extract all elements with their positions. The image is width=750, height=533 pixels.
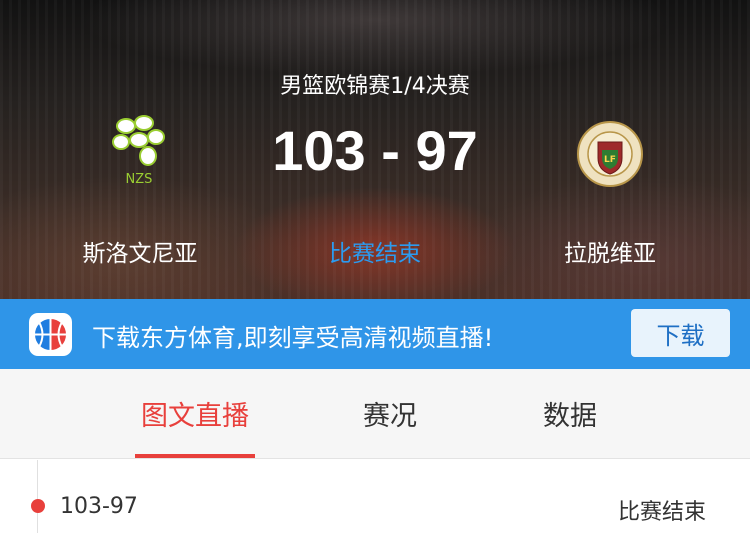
app-download-banner[interactable]: 下载东方体育,即刻享受高清视频直播! 下载 — [0, 299, 750, 369]
tab-match-events[interactable]: 赛况 — [330, 369, 450, 458]
match-header: 男篮欧锦赛1/4决赛 NZS 103 - 97 LF 斯洛文尼亚 比赛结束 拉脱… — [0, 0, 750, 299]
timeline-line — [37, 460, 38, 533]
svg-text:LF: LF — [604, 155, 616, 165]
feed-item-score: 103-97 — [60, 494, 138, 519]
away-team-name[interactable]: 拉脱维亚 — [490, 234, 730, 268]
feed-item-status: 比赛结束 — [617, 500, 706, 525]
tab-stats[interactable]: 数据 — [510, 369, 630, 458]
home-team-name[interactable]: 斯洛文尼亚 — [20, 234, 260, 268]
download-button[interactable]: 下载 — [631, 309, 730, 357]
banner-text: 下载东方体育,即刻享受高清视频直播! — [92, 324, 494, 352]
tab-bar: 图文直播 赛况 数据 — [0, 369, 750, 459]
basketball-app-icon — [29, 313, 72, 356]
timeline-dot — [31, 499, 45, 513]
away-team-logo[interactable]: LF — [576, 120, 644, 188]
tab-live-text[interactable]: 图文直播 — [135, 369, 255, 458]
latvia-federation-logo-icon: LF — [577, 121, 643, 187]
competition-title: 男篮欧锦赛1/4决赛 — [280, 74, 470, 99]
match-status: 比赛结束 — [329, 241, 421, 267]
